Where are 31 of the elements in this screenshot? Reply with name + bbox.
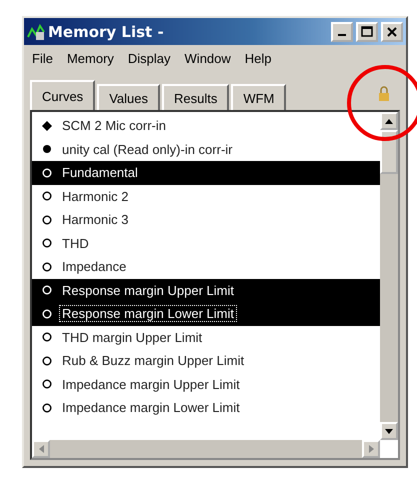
window-title: Memory List - — [48, 22, 165, 40]
menu-item[interactable]: File — [32, 51, 53, 66]
tab[interactable]: Curves — [30, 80, 96, 110]
scroll-up-button[interactable] — [380, 112, 398, 130]
list-item[interactable]: Fundamental — [32, 161, 380, 184]
maximize-icon — [361, 26, 373, 38]
close-icon — [387, 26, 397, 36]
list-item[interactable]: Response margin Lower Limit — [32, 302, 380, 326]
horizontal-scrollbar[interactable] — [32, 440, 380, 458]
tab[interactable]: Results — [162, 84, 230, 110]
minimize-button[interactable] — [331, 22, 353, 42]
menu-item[interactable]: Display — [128, 51, 171, 66]
list-item[interactable]: Response margin Upper Limit — [32, 278, 380, 302]
menu-item[interactable]: Memory — [66, 51, 114, 66]
padlock-icon[interactable] — [378, 86, 390, 102]
maximize-button[interactable] — [356, 22, 378, 42]
minimize-icon — [338, 34, 346, 36]
scroll-down-button[interactable] — [380, 422, 398, 440]
menu-item[interactable]: Help — [244, 51, 272, 66]
menu-item[interactable]: Window — [184, 51, 231, 66]
down-arrow-icon — [385, 428, 393, 434]
left-arrow-icon — [38, 445, 44, 453]
close-button[interactable] — [381, 22, 403, 42]
scroll-left-button[interactable] — [32, 440, 50, 458]
tab[interactable]: Values — [97, 84, 160, 110]
tab[interactable]: WFM — [231, 84, 286, 110]
right-arrow-icon — [368, 445, 374, 453]
up-arrow-icon — [385, 118, 393, 124]
app-icon — [27, 22, 45, 40]
scroll-thumb[interactable] — [380, 130, 398, 174]
vertical-scrollbar[interactable] — [380, 112, 398, 440]
